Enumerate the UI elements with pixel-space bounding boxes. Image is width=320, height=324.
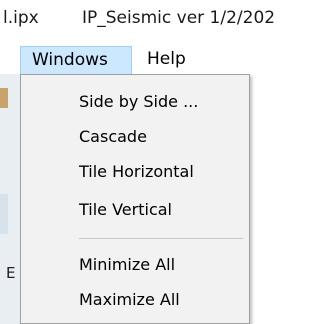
background-stripe: [0, 194, 8, 234]
menu-separator: [79, 238, 243, 239]
title-file-fragment: l.ipx: [3, 8, 39, 28]
menu-item-label: Tile Horizontal: [79, 162, 194, 181]
menu-item-label: Minimize All: [79, 255, 176, 274]
menu-help-label: Help: [147, 49, 186, 69]
background-app-area: E: [0, 74, 20, 324]
menu-item-maximize-all[interactable]: Maximize All: [23, 284, 247, 318]
menu-bar: Windows Help: [0, 40, 289, 74]
menu-windows[interactable]: Windows: [20, 46, 132, 74]
title-bar: l.ipx IP_Seismic ver 1/2/202: [0, 0, 289, 40]
window-title: IP_Seismic ver 1/2/202: [82, 8, 276, 28]
menu-windows-label: Windows: [32, 50, 108, 70]
menu-item-label: Tile Vertical: [79, 200, 172, 219]
menu-item-minimize-all[interactable]: Minimize All: [23, 249, 247, 283]
background-text-fragment: E: [6, 264, 16, 282]
menu-item-label: Side by Side ...: [79, 92, 199, 111]
menu-item-tile-vertical[interactable]: Tile Vertical: [23, 194, 247, 228]
menu-item-tile-horizontal[interactable]: Tile Horizontal: [23, 156, 247, 190]
menu-help[interactable]: Help: [138, 46, 202, 74]
screenshot-root: l.ipx IP_Seismic ver 1/2/202 Windows Hel…: [0, 0, 289, 324]
menu-item-cascade[interactable]: Cascade: [23, 121, 247, 155]
background-app-area-right: [250, 74, 289, 324]
windows-dropdown-menu: Side by Side ... Cascade Tile Horizontal…: [20, 74, 250, 324]
menu-item-side-by-side[interactable]: Side by Side ...: [23, 86, 247, 120]
background-stripe: [0, 88, 8, 108]
menu-item-label: Cascade: [79, 127, 147, 146]
menu-item-label: Maximize All: [79, 290, 180, 309]
